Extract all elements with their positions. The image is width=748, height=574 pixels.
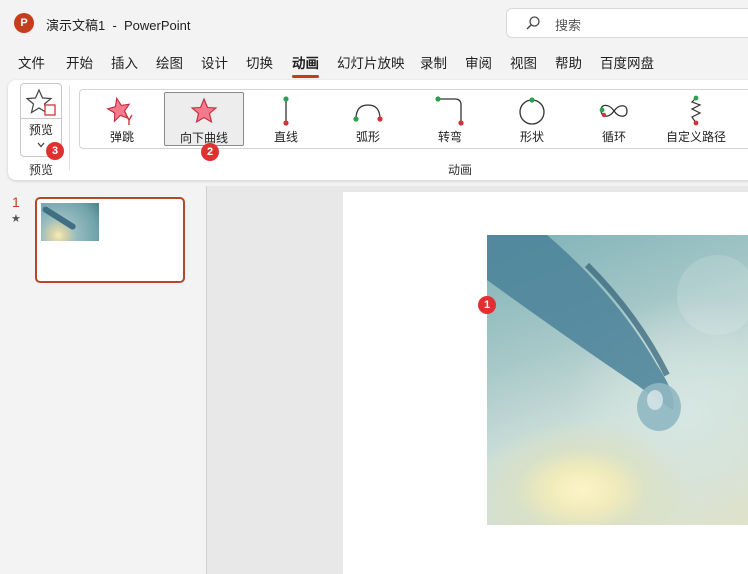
tab-slideshow[interactable]: 幻灯片放映 [337,52,405,72]
bounce-star-icon [106,96,133,125]
turn-path-icon [435,96,464,126]
gallery-item-label: 循环 [601,130,626,144]
ribbon-panel: 预览 预览 弹跳 向下曲线 直线 弧形 转弯 形状 循环 自定义路径 动画 [8,80,748,180]
preview-divider [21,118,61,119]
tab-baidu-netdisk[interactable]: 百度网盘 [600,52,654,72]
tab-review[interactable]: 审阅 [465,52,492,72]
gallery-item-label: 弧形 [355,130,380,144]
chevron-down-icon[interactable] [36,141,46,149]
tab-design[interactable]: 设计 [201,52,228,72]
tab-view[interactable]: 视图 [510,52,537,72]
tab-file[interactable]: 文件 [18,52,45,72]
gallery-item-curve-down[interactable]: 向下曲线 [164,92,244,146]
tab-help[interactable]: 帮助 [555,52,582,72]
line-path-icon [283,96,289,126]
search-box[interactable]: 搜索 [506,8,748,38]
group-separator [69,86,70,170]
gallery-item-turn[interactable]: 转弯 [410,92,490,146]
animation-group-label: 动画 [448,163,473,177]
powerpoint-logo-icon: P [14,13,37,33]
shape-path-icon [519,97,545,125]
slide-number: 1 [12,194,20,210]
gallery-item-label: 弹跳 [109,130,134,144]
search-placeholder: 搜索 [555,18,582,33]
tab-record[interactable]: 录制 [420,52,447,72]
search-icon [526,16,540,30]
slide-thumbnail[interactable] [35,197,185,283]
tab-draw[interactable]: 绘图 [156,52,183,72]
gallery-item-label: 直线 [273,130,298,144]
thumbnail-image [41,203,99,241]
slide-picture[interactable] [487,235,748,525]
gallery-item-arc[interactable]: 弧形 [328,92,408,146]
tab-animations[interactable]: 动画 [292,52,319,78]
gallery-item-line[interactable]: 直线 [246,92,326,146]
ribbon-tabs: 文件 开始 插入 绘图 设计 切换 动画 幻灯片放映 录制 审阅 视图 帮助 百… [0,52,748,78]
document-title: 演示文稿1 - PowerPoint [46,18,191,33]
animation-star-icon: ★ [11,213,21,225]
custom-path-icon [690,95,702,126]
gallery-item-label: 自定义路径 [665,130,726,144]
step-badge-3: 3 [46,142,64,160]
water-drop-image [487,235,748,431]
gallery-item-label: 向下曲线 [179,131,228,145]
tab-home[interactable]: 开始 [66,52,93,72]
tab-insert[interactable]: 插入 [111,52,138,72]
preview-button-label: 预览 [28,123,53,137]
title-bar: P 演示文稿1 - PowerPoint 搜索 [0,0,748,46]
gallery-item-shape[interactable]: 形状 [492,92,572,146]
step-badge-1: 1 [478,296,496,314]
star-icon [190,97,218,124]
arc-path-icon [353,104,383,122]
tab-transitions[interactable]: 切换 [246,52,273,72]
animation-gallery: 弹跳 向下曲线 直线 弧形 转弯 形状 循环 自定义路径 [79,89,748,149]
gallery-item-label: 形状 [519,130,544,144]
preview-star-icon [26,88,56,116]
gallery-item-loop[interactable]: 循环 [574,92,654,146]
gallery-item-bounce[interactable]: 弹跳 [82,92,162,146]
gallery-item-label: 转弯 [437,130,462,144]
preview-group-label: 预览 [28,163,53,177]
loop-path-icon [599,104,628,118]
gallery-item-custom-path[interactable]: 自定义路径 [656,92,736,146]
step-badge-2: 2 [201,143,219,161]
